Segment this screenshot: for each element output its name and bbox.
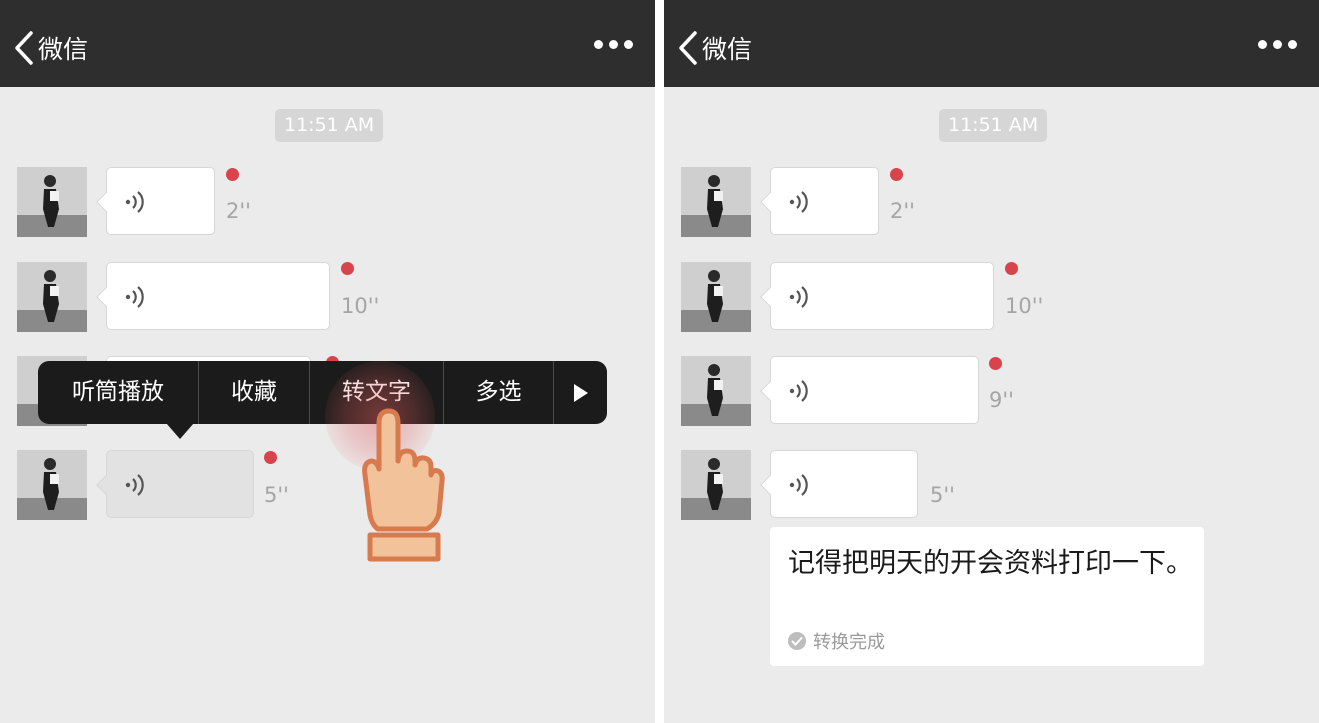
back-label: 微信 (38, 35, 89, 64)
avatar[interactable] (681, 262, 751, 332)
voice-duration: 10'' (1005, 294, 1044, 318)
voice-duration: 2'' (890, 199, 915, 223)
menu-more-button[interactable] (554, 361, 607, 424)
voice-duration: 5'' (264, 483, 289, 507)
voice-wave-icon (789, 380, 808, 402)
timestamp: 11:51 AM (939, 109, 1048, 142)
voice-duration: 2'' (226, 199, 251, 223)
unread-dot (226, 168, 239, 181)
voice-wave-icon (789, 474, 808, 496)
voice-wave-icon (125, 191, 144, 213)
voice-message-bubble[interactable] (760, 167, 879, 235)
menu-item-multi-select[interactable]: 多选 (444, 361, 554, 424)
voice-wave-icon (789, 191, 808, 213)
back-button[interactable]: 微信 (678, 28, 752, 68)
voice-message-bubble-selected[interactable] (96, 450, 254, 518)
avatar[interactable] (681, 356, 751, 426)
navigation-bar: 微信 (664, 0, 1319, 87)
transcription-text: 记得把明天的开会资料打印一下。 (788, 548, 1193, 579)
voice-duration: 10'' (341, 294, 380, 318)
unread-dot (1005, 262, 1018, 275)
more-dots-icon[interactable] (594, 40, 633, 49)
voice-message-bubble[interactable] (760, 356, 979, 424)
chevron-left-icon (15, 31, 33, 65)
voice-message-bubble[interactable] (760, 450, 918, 518)
chat-screen-left: 微信 11:51 AM 2'' 10'' 5'' 听筒播放 收藏 转文字 (0, 0, 655, 723)
play-triangle-icon (573, 383, 588, 402)
voice-message-bubble[interactable] (96, 167, 215, 235)
voice-message-bubble[interactable] (96, 262, 330, 330)
chevron-left-icon (679, 31, 697, 65)
avatar[interactable] (17, 167, 87, 237)
menu-item-favorite[interactable]: 收藏 (199, 361, 310, 424)
context-menu: 听筒播放 收藏 转文字 多选 (38, 361, 607, 424)
unread-dot (264, 451, 277, 464)
navigation-bar: 微信 (0, 0, 655, 87)
avatar[interactable] (681, 167, 751, 237)
transcription-card[interactable]: 记得把明天的开会资料打印一下。 转换完成 (770, 527, 1204, 666)
menu-item-earpiece-play[interactable]: 听筒播放 (38, 361, 199, 424)
menu-pointer (166, 423, 194, 439)
unread-dot (890, 168, 903, 181)
avatar[interactable] (681, 450, 751, 520)
voice-message-bubble[interactable] (760, 262, 994, 330)
voice-duration: 5'' (930, 483, 955, 507)
transcription-status-label: 转换完成 (813, 632, 885, 653)
back-label: 微信 (702, 35, 753, 64)
avatar[interactable] (17, 450, 87, 520)
pointing-hand-icon (362, 408, 445, 562)
unread-dot (989, 357, 1002, 370)
timestamp: 11:51 AM (275, 109, 384, 142)
avatar[interactable] (17, 262, 87, 332)
check-circle-icon (788, 632, 806, 650)
voice-wave-icon (125, 474, 144, 496)
back-button[interactable]: 微信 (14, 28, 88, 68)
voice-wave-icon (789, 286, 808, 308)
voice-duration: 9'' (989, 388, 1014, 412)
more-dots-icon[interactable] (1258, 40, 1297, 49)
transcription-status: 转换完成 (788, 628, 885, 654)
unread-dot (341, 262, 354, 275)
voice-wave-icon (125, 286, 144, 308)
